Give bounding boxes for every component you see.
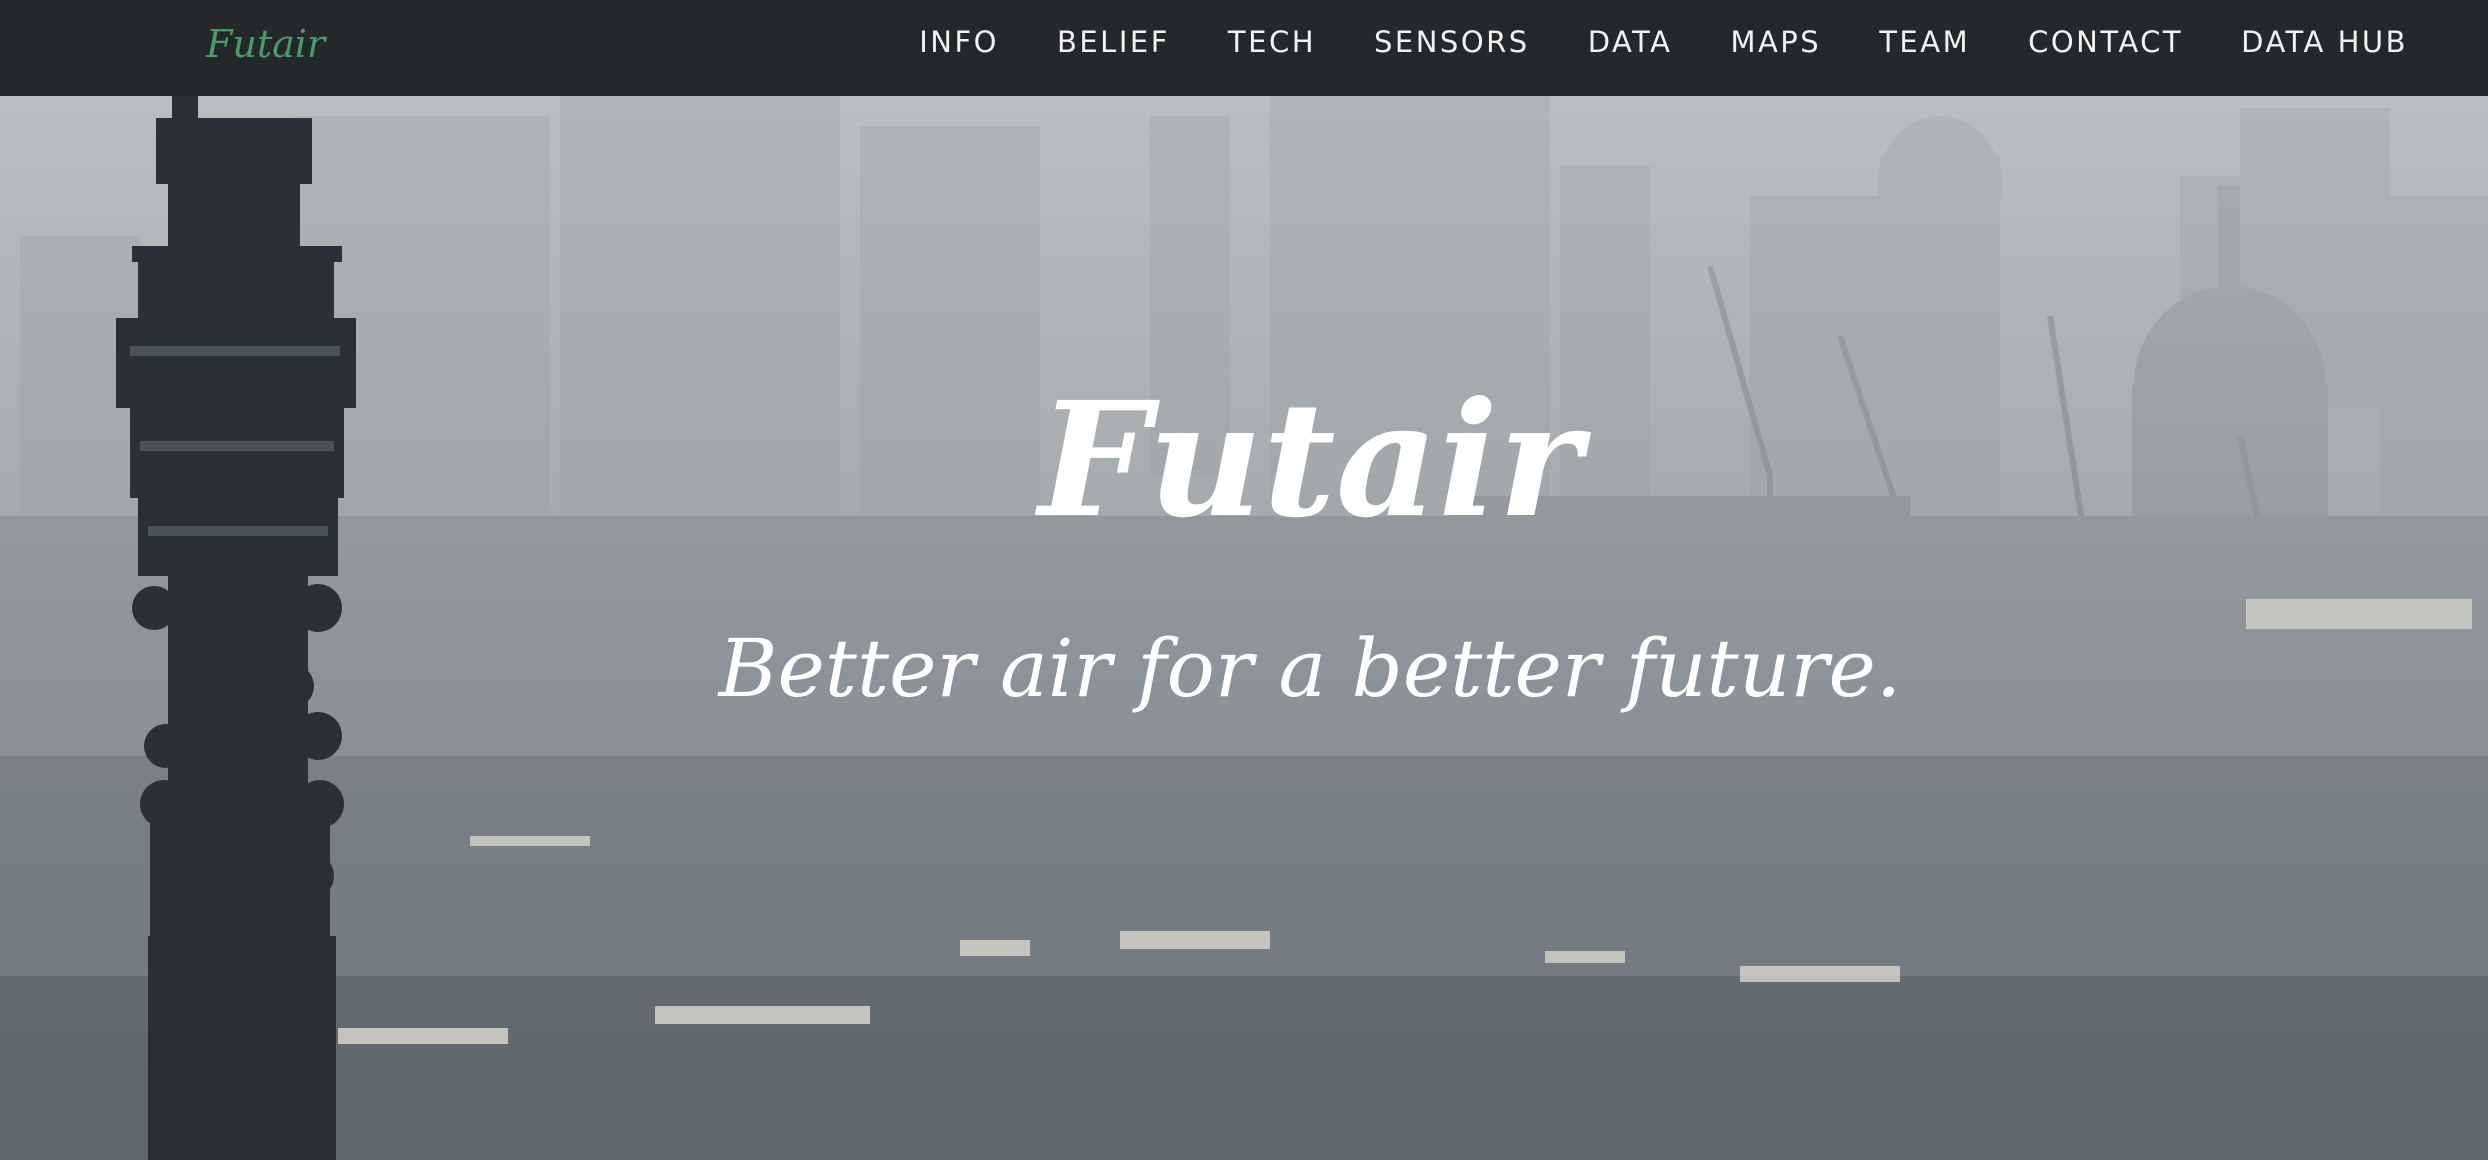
- brand-logo-link[interactable]: Futair: [206, 14, 325, 74]
- hero-tagline: Better air for a better future.: [718, 622, 1902, 715]
- nav-link-belief[interactable]: BELIEF: [1057, 25, 1170, 59]
- hero-section: Futair Better air for a better future.: [0, 96, 2488, 1160]
- nav-link-tech[interactable]: TECH: [1228, 25, 1316, 59]
- nav-links: INFO BELIEF TECH SENSORS DATA MAPS TEAM …: [861, 0, 2408, 84]
- top-navbar: Futair INFO BELIEF TECH SENSORS DATA MAP…: [0, 0, 2488, 96]
- hero-title: Futair: [1038, 368, 1582, 553]
- nav-link-contact[interactable]: CONTACT: [2028, 25, 2183, 59]
- nav-link-team[interactable]: TEAM: [1879, 25, 1970, 59]
- nav-link-data-hub[interactable]: DATA HUB: [2241, 25, 2408, 59]
- nav-link-maps[interactable]: MAPS: [1730, 25, 1821, 59]
- nav-link-info[interactable]: INFO: [919, 25, 999, 59]
- nav-link-data[interactable]: DATA: [1588, 25, 1673, 59]
- nav-link-sensors[interactable]: SENSORS: [1374, 25, 1530, 59]
